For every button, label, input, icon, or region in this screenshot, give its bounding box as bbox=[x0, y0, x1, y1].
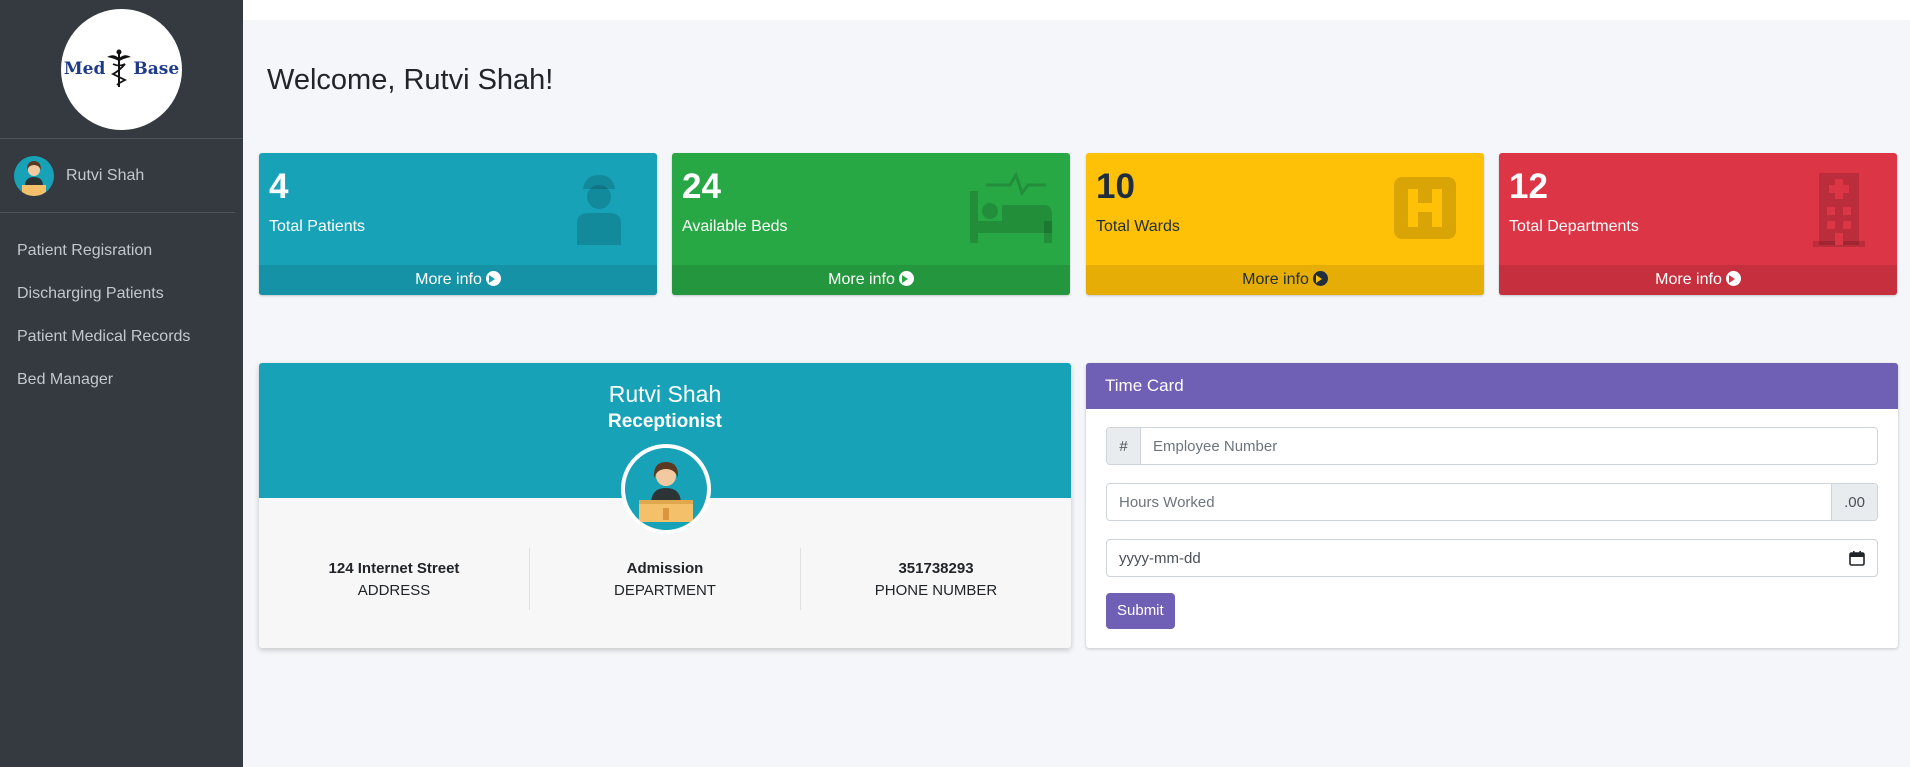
stat-key: ADDRESS bbox=[357, 582, 431, 599]
user-profile-card: Rutvi Shah Receptionist 124 Internet Str… bbox=[259, 363, 1071, 648]
box-label: Total Wards bbox=[1096, 218, 1180, 235]
box-value: 4 bbox=[269, 167, 289, 206]
profile-stats: 124 Internet Street ADDRESS Admission DE… bbox=[259, 548, 1071, 610]
decimal-addon: .00 bbox=[1831, 484, 1877, 520]
sidebar-item-discharging-patients[interactable]: Discharging Patients bbox=[0, 272, 243, 315]
page-title: Welcome, Rutvi Shah! bbox=[267, 64, 554, 96]
more-info-label: More info bbox=[1242, 271, 1309, 288]
more-info-label: More info bbox=[828, 271, 895, 288]
stat-key: PHONE NUMBER bbox=[874, 582, 998, 599]
stat-value: 351738293 bbox=[898, 560, 974, 577]
date-input[interactable]: yyyy-mm-dd bbox=[1107, 540, 1877, 576]
sidebar-nav: Patient Regisration Discharging Patients… bbox=[0, 229, 243, 401]
available-beds-box: 24 Available Beds More info bbox=[672, 153, 1070, 295]
user-avatar bbox=[14, 155, 54, 196]
logo-wordmark: Med Base bbox=[64, 49, 179, 89]
stat-value: Admission bbox=[626, 560, 704, 577]
user-name: Rutvi Shah bbox=[66, 166, 145, 184]
caduceus-icon bbox=[107, 49, 132, 87]
profile-avatar bbox=[621, 444, 711, 534]
box-label: Total Patients bbox=[269, 218, 366, 235]
stat-key: DEPARTMENT bbox=[614, 582, 716, 599]
submit-button[interactable]: Submit bbox=[1106, 593, 1175, 629]
box-value: 24 bbox=[682, 167, 721, 206]
box-label: Available Beds bbox=[682, 218, 788, 235]
hospital-sign-icon bbox=[1394, 177, 1456, 239]
bed-icon bbox=[970, 171, 1052, 243]
arrow-circle-right-icon bbox=[898, 271, 914, 286]
stat-department: Admission DEPARTMENT bbox=[529, 548, 800, 610]
stat-value: 124 Internet Street bbox=[328, 560, 460, 577]
sidebar-item-patient-registration[interactable]: Patient Regisration bbox=[0, 229, 243, 272]
more-info-link[interactable]: More info bbox=[1086, 265, 1484, 295]
arrow-circle-right-icon bbox=[1312, 271, 1328, 286]
more-info-link[interactable]: More info bbox=[672, 265, 1070, 295]
hours-worked-input[interactable] bbox=[1107, 484, 1831, 520]
more-info-link[interactable]: More info bbox=[259, 265, 657, 295]
logo-text-right: Base bbox=[133, 59, 180, 79]
box-value: 10 bbox=[1096, 167, 1135, 206]
employee-number-group: # bbox=[1106, 427, 1878, 465]
box-label: Total Departments bbox=[1509, 218, 1639, 235]
hospital-building-icon bbox=[1813, 173, 1865, 247]
total-wards-box: 10 Total Wards More info bbox=[1086, 153, 1484, 295]
receptionist-icon bbox=[22, 160, 46, 196]
sidebar-item-patient-medical-records[interactable]: Patient Medical Records bbox=[0, 315, 243, 358]
date-group: yyyy-mm-dd bbox=[1106, 539, 1878, 577]
more-info-link[interactable]: More info bbox=[1499, 265, 1897, 295]
sidebar-item-bed-manager[interactable]: Bed Manager bbox=[0, 358, 243, 401]
calendar-icon[interactable] bbox=[1849, 550, 1865, 566]
time-card: Time Card # .00 yyyy-mm-dd Submit bbox=[1086, 363, 1898, 648]
total-patients-box: 4 Total Patients More info bbox=[259, 153, 657, 295]
user-panel[interactable]: Rutvi Shah bbox=[0, 139, 235, 213]
logo-text-left: Med bbox=[63, 59, 106, 79]
arrow-circle-right-icon bbox=[1725, 271, 1741, 286]
hours-worked-group: .00 bbox=[1106, 483, 1878, 521]
profile-role: Receptionist bbox=[607, 411, 723, 432]
profile-name: Rutvi Shah bbox=[608, 381, 722, 407]
logo-area: Med Base bbox=[0, 0, 243, 139]
sidebar: Med Base Rutvi Shah Patient Regisration … bbox=[0, 0, 243, 767]
arrow-circle-right-icon bbox=[485, 271, 501, 286]
stat-phone: 351738293 PHONE NUMBER bbox=[800, 548, 1071, 610]
date-placeholder: yyyy-mm-dd bbox=[1119, 549, 1201, 567]
medbase-logo[interactable]: Med Base bbox=[61, 8, 182, 130]
receptionist-icon bbox=[639, 462, 693, 522]
more-info-label: More info bbox=[1655, 271, 1722, 288]
stat-address: 124 Internet Street ADDRESS bbox=[259, 548, 529, 610]
patient-icon bbox=[577, 175, 621, 245]
box-value: 12 bbox=[1509, 167, 1548, 206]
total-departments-box: 12 Total Departments More info bbox=[1499, 153, 1897, 295]
time-card-form: # .00 yyyy-mm-dd Submit bbox=[1086, 427, 1898, 629]
employee-number-input[interactable] bbox=[1141, 428, 1877, 464]
more-info-label: More info bbox=[415, 271, 482, 288]
top-navbar bbox=[243, 0, 1910, 20]
time-card-title: Time Card bbox=[1086, 363, 1898, 409]
hash-addon: # bbox=[1107, 428, 1141, 464]
